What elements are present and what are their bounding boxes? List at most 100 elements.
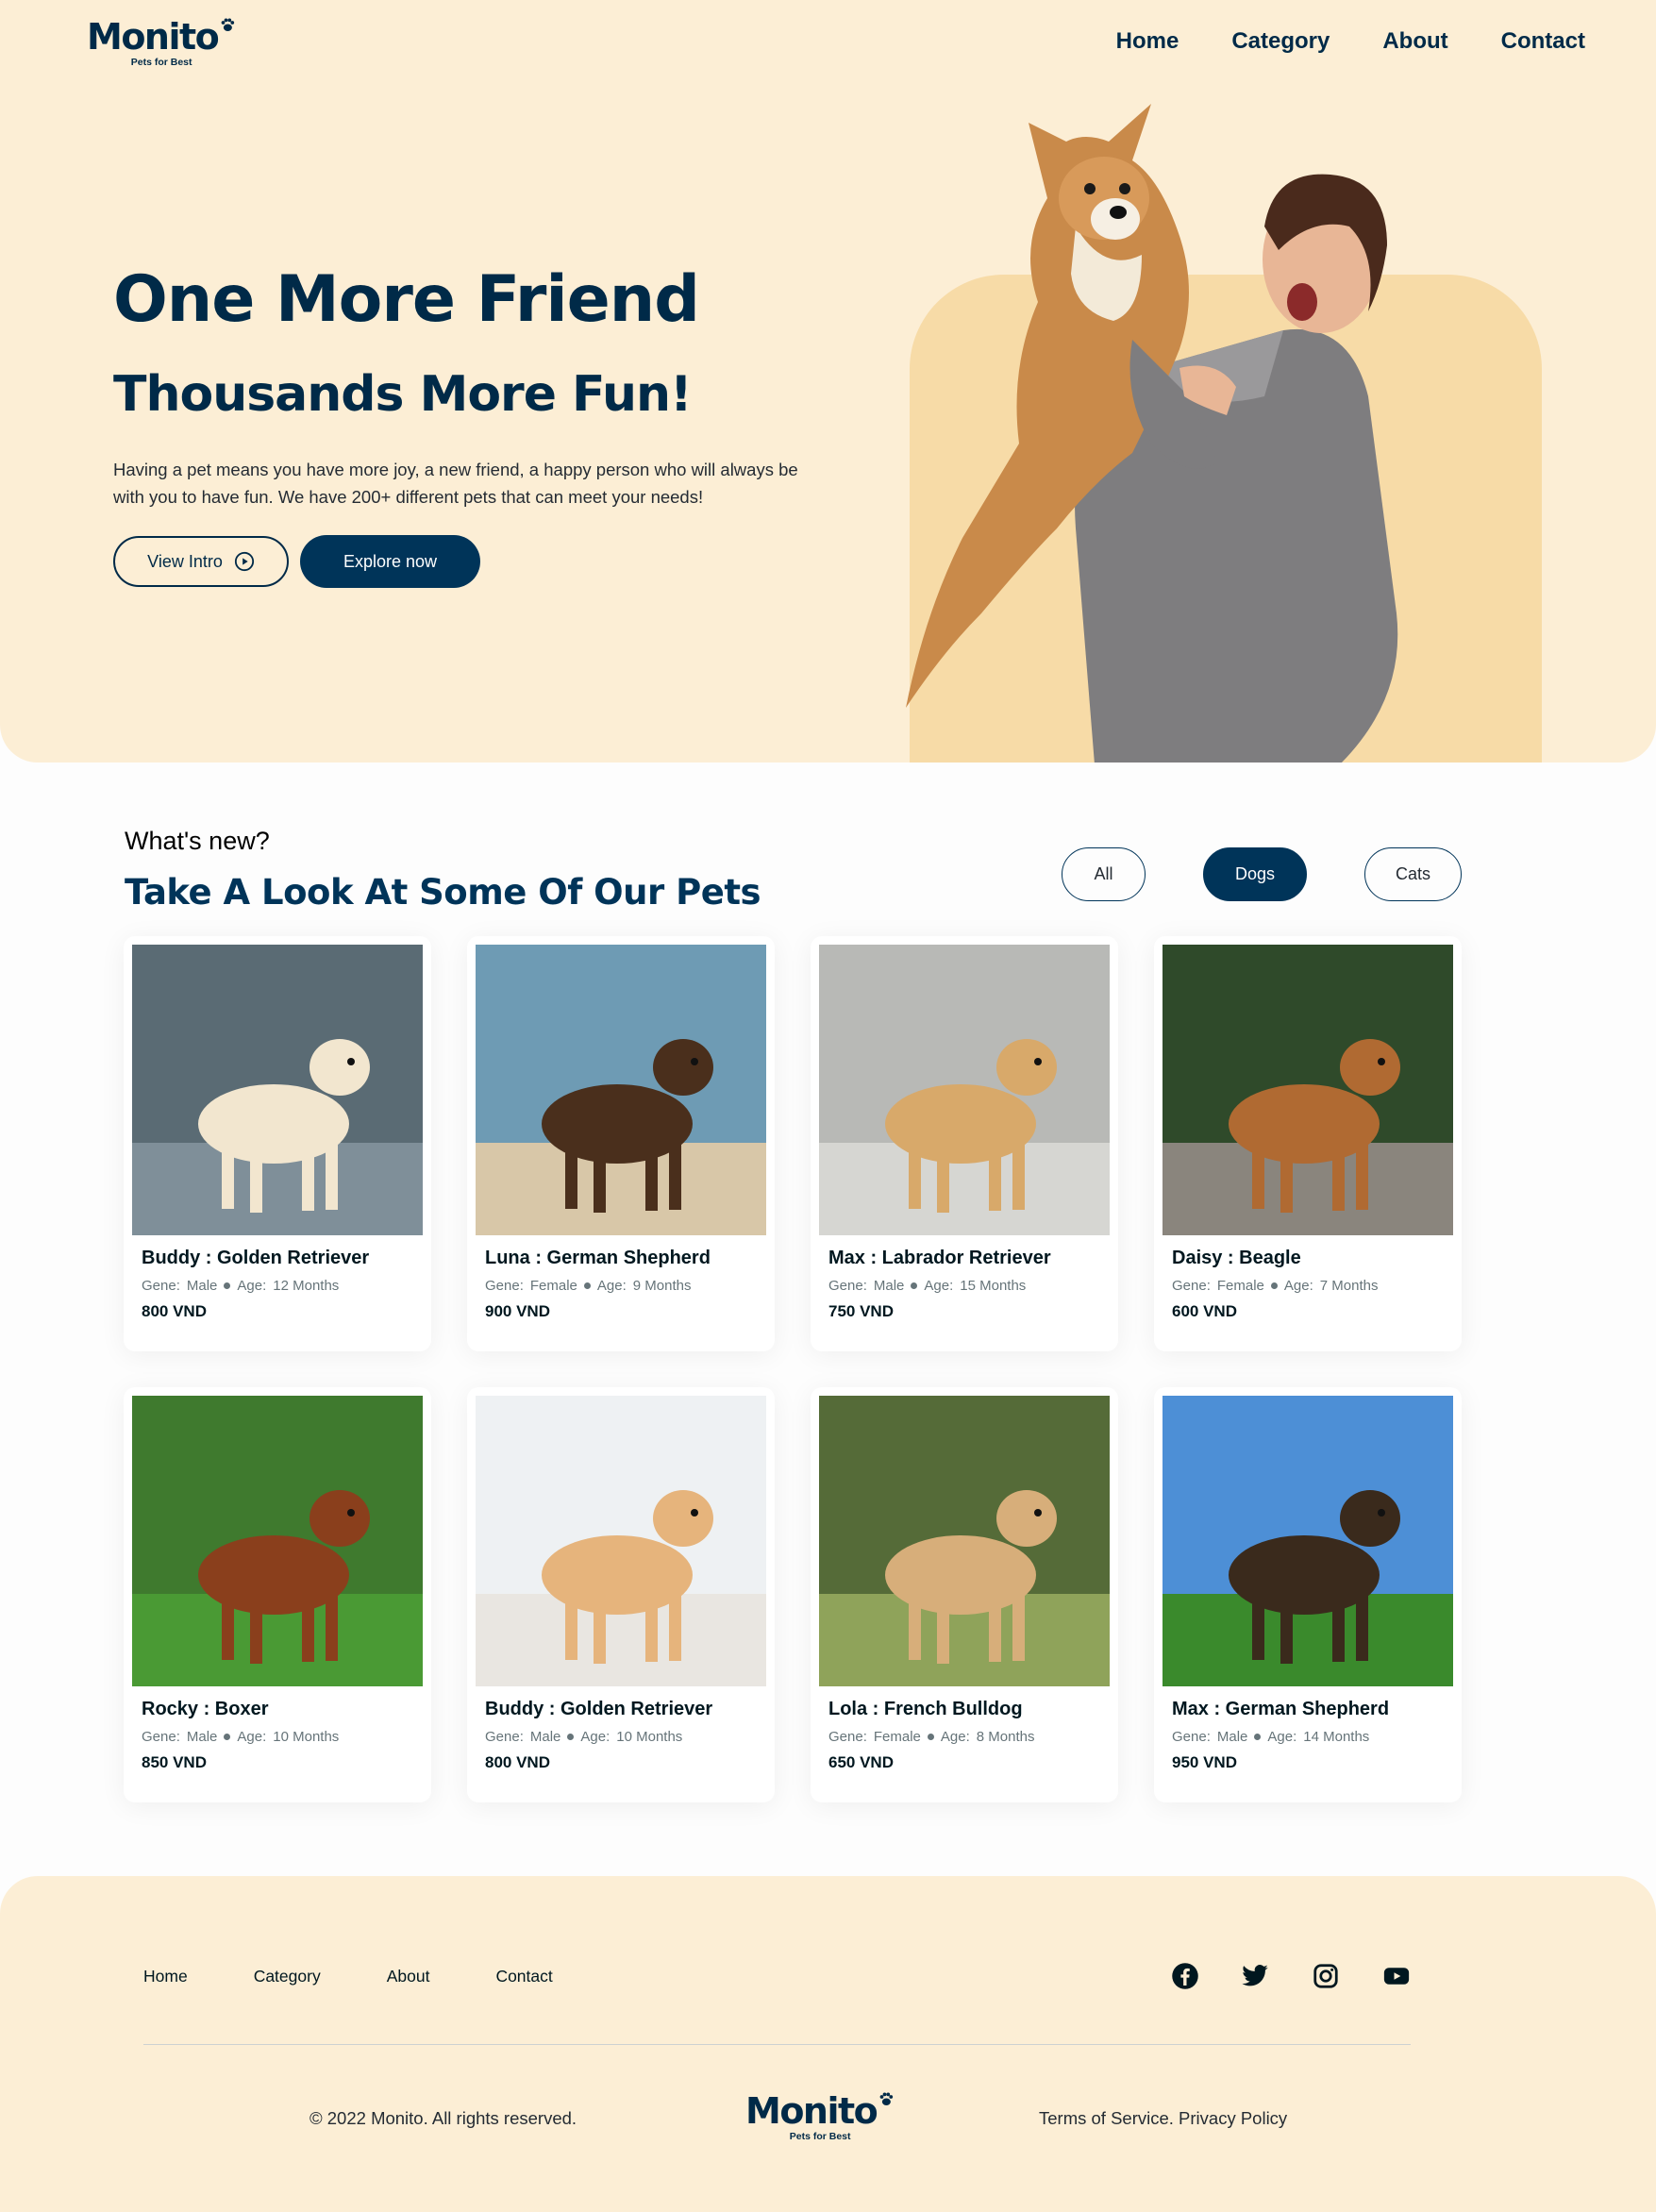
pet-card[interactable]: Max : Labrador Retriever Gene: Male Age: 15 … — [811, 936, 1118, 1351]
nav-item-about[interactable]: About — [1382, 28, 1447, 55]
separator-dot — [583, 1282, 591, 1289]
footer-nav-about[interactable]: About — [387, 1967, 430, 1986]
pet-gene: Female — [873, 1729, 921, 1745]
pet-name: Lola : French Bulldog — [828, 1699, 1023, 1719]
nav-item-contact[interactable]: Contact — [1501, 28, 1585, 55]
view-intro-button[interactable]: View Intro — [113, 536, 289, 587]
separator-dot — [224, 1282, 231, 1289]
pet-gene: Male — [186, 1729, 218, 1745]
pet-name: Max : German Shepherd — [1172, 1699, 1390, 1719]
separator-dot — [911, 1282, 918, 1289]
pet-photo — [1163, 1396, 1453, 1686]
pet-photo — [132, 945, 423, 1235]
pet-card[interactable]: Daisy : Beagle Gene: Female Age: 7 Months 600… — [1154, 936, 1462, 1351]
pet-price: 950 VND — [1172, 1753, 1237, 1771]
separator-dot — [1254, 1734, 1262, 1740]
gene-label: Gene: — [828, 1278, 867, 1294]
pet-meta: Gene: Male Age: 12 Months — [142, 1278, 339, 1294]
age-label: Age: — [237, 1729, 267, 1745]
gene-label: Gene: — [485, 1729, 524, 1745]
pet-photo — [819, 945, 1110, 1235]
footer-nav-home[interactable]: Home — [143, 1967, 188, 1986]
age-label: Age: — [237, 1278, 267, 1294]
age-label: Age: — [596, 1278, 627, 1294]
separator-dot — [1270, 1282, 1278, 1289]
brand-logo-wordmark: Monito — [87, 18, 236, 55]
footer-nav-category[interactable]: Category — [254, 1967, 321, 1986]
pet-card[interactable]: Rocky : Boxer Gene: Male Age: 10 Months 850 V… — [124, 1387, 431, 1802]
pet-age: 10 Months — [273, 1729, 340, 1745]
filter-cats[interactable]: Cats — [1364, 847, 1462, 901]
pet-meta: Gene: Male Age: 10 Months — [485, 1729, 682, 1745]
filter-all[interactable]: All — [1062, 847, 1146, 901]
pet-card[interactable]: Luna : German Shepherd Gene: Female Age: 9 M… — [467, 936, 775, 1351]
gene-label: Gene: — [828, 1729, 867, 1745]
pet-name: Daisy : Beagle — [1172, 1248, 1301, 1268]
footer-brand-logo[interactable]: Monito Pets for Best — [745, 2092, 895, 2142]
age-label: Age: — [1267, 1729, 1297, 1745]
pet-gene: Female — [529, 1278, 577, 1294]
legal-links: Terms of Service. Privacy Policy — [1039, 2108, 1287, 2129]
pet-price: 800 VND — [485, 1753, 550, 1771]
pet-meta: Gene: Male Age: 14 Months — [1172, 1729, 1369, 1745]
gene-label: Gene: — [485, 1278, 524, 1294]
pet-price: 800 VND — [142, 1302, 207, 1320]
play-circle-icon — [234, 551, 254, 572]
age-label: Age: — [580, 1729, 611, 1745]
footer-nav: Home Category About Contact — [143, 1967, 553, 1986]
pet-card[interactable]: Buddy : Golden Retriever Gene: Male Age: 12 … — [124, 936, 431, 1351]
pet-name: Max : Labrador Retriever — [828, 1248, 1051, 1268]
pet-name: Buddy : Golden Retriever — [142, 1248, 370, 1268]
pet-card[interactable]: Max : German Shepherd Gene: Male Age: 14 Mon… — [1154, 1387, 1462, 1802]
age-label: Age: — [1283, 1278, 1313, 1294]
pet-card[interactable]: Buddy : Golden Retriever Gene: Male Age: 10 … — [467, 1387, 775, 1802]
view-intro-label: View Intro — [147, 551, 223, 571]
pet-price: 900 VND — [485, 1302, 550, 1320]
twitter-icon[interactable] — [1240, 1961, 1270, 1991]
pet-gene: Female — [1216, 1278, 1264, 1294]
pet-photo — [132, 1396, 423, 1686]
pet-card[interactable]: Lola : French Bulldog Gene: Female Age: 8 Mo… — [811, 1387, 1118, 1802]
terms-of-service-link[interactable]: Terms of Service. — [1039, 2108, 1174, 2129]
footer-brand-tagline: Pets for Best — [789, 2131, 851, 2142]
pet-age: 9 Months — [632, 1278, 692, 1294]
paw-icon — [221, 18, 235, 31]
pet-name: Rocky : Boxer — [142, 1699, 269, 1719]
hero-title: One More Friend — [113, 262, 700, 337]
pet-gene: Male — [1216, 1729, 1248, 1745]
copyright-text: © 2022 Monito. All rights reserved. — [309, 2108, 577, 2128]
hero-section: Monito Pets for Best Home Category About… — [0, 0, 1656, 762]
gene-label: Gene: — [142, 1278, 180, 1294]
separator-dot — [224, 1734, 231, 1740]
brand-logo[interactable]: Monito Pets for Best — [87, 18, 236, 68]
pet-age: 15 Months — [960, 1278, 1027, 1294]
youtube-icon[interactable] — [1381, 1961, 1412, 1991]
nav-item-home[interactable]: Home — [1116, 28, 1179, 55]
gene-label: Gene: — [142, 1729, 180, 1745]
pet-price: 850 VND — [142, 1753, 207, 1771]
pet-meta: Gene: Female Age: 8 Months — [828, 1729, 1034, 1745]
pet-age: 14 Months — [1303, 1729, 1370, 1745]
pet-age: 8 Months — [976, 1729, 1035, 1745]
privacy-policy-link[interactable]: Privacy Policy — [1174, 2108, 1287, 2129]
instagram-icon[interactable] — [1311, 1961, 1341, 1991]
pet-meta: Gene: Female Age: 7 Months — [1172, 1278, 1378, 1294]
hero-subtitle: Thousands More Fun! — [113, 366, 693, 423]
facebook-icon[interactable] — [1170, 1961, 1200, 1991]
pet-meta: Gene: Male Age: 10 Months — [142, 1729, 339, 1745]
footer-nav-contact[interactable]: Contact — [495, 1967, 552, 1986]
gene-label: Gene: — [1172, 1278, 1211, 1294]
pet-name: Luna : German Shepherd — [485, 1248, 711, 1268]
footer-divider — [143, 2044, 1411, 2045]
section-title: Take A Look At Some Of Our Pets — [125, 872, 761, 913]
pet-photo — [1163, 945, 1453, 1235]
pet-photo — [476, 945, 766, 1235]
hero-description: Having a pet means you have more joy, a … — [113, 460, 798, 507]
pet-price: 650 VND — [828, 1753, 894, 1771]
nav-item-category[interactable]: Category — [1231, 28, 1330, 55]
footer: Home Category About Contact © 2022 Monit… — [0, 1876, 1656, 2212]
age-label: Age: — [940, 1729, 970, 1745]
explore-now-button[interactable]: Explore now — [300, 535, 480, 588]
filter-dogs[interactable]: Dogs — [1203, 847, 1307, 901]
pet-gene: Male — [873, 1278, 905, 1294]
